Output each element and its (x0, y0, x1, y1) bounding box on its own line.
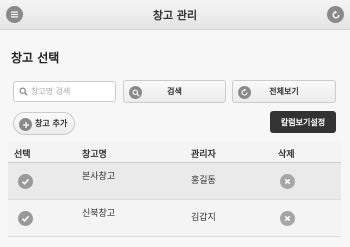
search-icon (19, 87, 28, 96)
select-check-button[interactable] (18, 174, 33, 189)
delete-icon (284, 178, 291, 185)
warehouse-name: 신북창고 (82, 209, 116, 219)
header-title: 창고 관리 (152, 9, 198, 22)
add-warehouse-label: 창고 추가 (35, 119, 68, 128)
search-field[interactable] (13, 81, 116, 102)
back-icon (332, 10, 339, 18)
table-row[interactable]: 신북창고 김갑지 (8, 200, 341, 237)
delete-button[interactable] (280, 174, 295, 189)
warehouse-manager: 홍길동 (191, 176, 216, 186)
view-all-button[interactable]: 전체보기 (232, 80, 336, 103)
select-check-button[interactable] (18, 211, 33, 226)
column-header-name: 창고명 (82, 150, 107, 160)
plus-icon (19, 118, 32, 131)
add-warehouse-button[interactable]: 창고 추가 (13, 112, 75, 135)
delete-button[interactable] (280, 211, 295, 226)
check-icon (21, 215, 30, 222)
search-input[interactable] (31, 87, 111, 96)
refresh-icon (238, 86, 251, 99)
page-title: 창고 선택 (11, 51, 60, 65)
warehouse-manager: 김갑지 (191, 213, 216, 223)
warehouse-name: 본사창고 (82, 172, 116, 182)
check-icon (21, 178, 30, 185)
header-bar: 창고 관리 (0, 0, 350, 30)
delete-icon (284, 215, 291, 222)
column-settings-button[interactable]: 칼럼보기설정 (270, 111, 336, 133)
table-row[interactable]: 본사창고 홍길동 (8, 163, 341, 200)
back-button[interactable] (327, 6, 344, 23)
search-button[interactable]: 검색 (123, 80, 226, 103)
search-icon (129, 86, 142, 99)
column-header-delete: 삭제 (278, 150, 295, 160)
view-all-label: 전체보기 (269, 87, 299, 96)
warehouse-table: 선택 창고명 관리자 삭제 본사창고 홍길동 신북창고 김갑지 (8, 141, 341, 237)
table-header: 선택 창고명 관리자 삭제 (8, 141, 341, 163)
column-header-manager: 관리자 (191, 150, 216, 160)
column-header-select: 선택 (14, 150, 31, 160)
search-button-label: 검색 (167, 87, 182, 96)
